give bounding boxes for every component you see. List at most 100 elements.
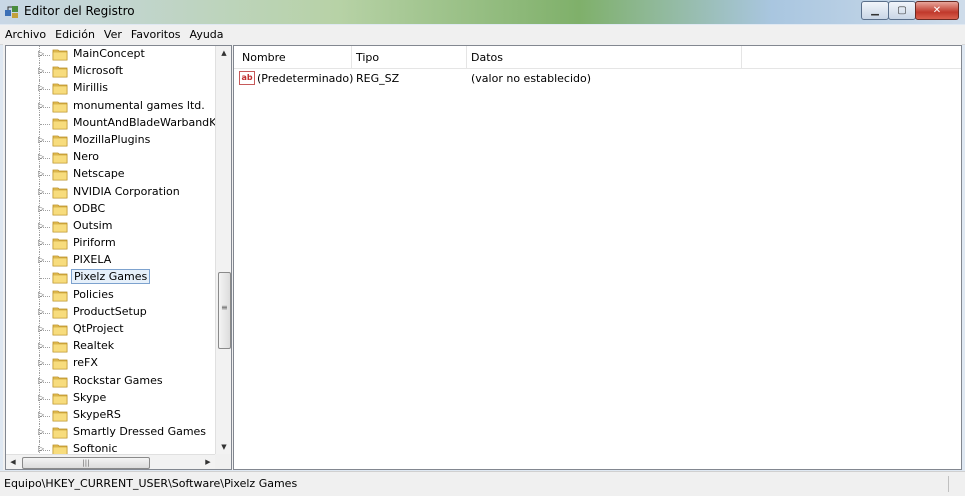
tree-item[interactable]: ▷ SkypeRS <box>6 406 215 425</box>
tree-item[interactable]: ▷ Piriform <box>6 235 215 253</box>
folder-icon <box>52 393 68 405</box>
expand-arrow-icon[interactable]: ▷ <box>38 290 44 299</box>
folder-icon <box>52 444 68 454</box>
expand-arrow-icon[interactable]: ▷ <box>38 66 44 75</box>
expand-arrow-icon[interactable]: ▷ <box>38 83 44 92</box>
menu-bar: Archivo Edición Ver Favoritos Ayuda <box>0 25 965 45</box>
minimize-button[interactable]: ▁ <box>861 1 889 20</box>
expand-arrow-icon[interactable]: ▷ <box>38 358 44 367</box>
tree-item[interactable]: ▷ Nero <box>6 149 215 167</box>
tree-item[interactable]: ▷ monumental games ltd. <box>6 97 215 115</box>
key-tree[interactable]: ▷ MainConcept ▷ Microsoft ▷ Mirillis ▷ monument… <box>5 45 232 470</box>
expand-arrow-icon[interactable]: ▷ <box>38 307 44 316</box>
expand-arrow-icon[interactable]: ▷ <box>38 204 44 213</box>
tree-item[interactable]: ▷ Netscape <box>6 166 215 184</box>
menu-ver[interactable]: Ver <box>99 28 126 41</box>
string-value-icon: ab <box>239 71 255 85</box>
menu-archivo[interactable]: Archivo <box>0 28 50 41</box>
tree-item[interactable]: Pixelz Games <box>6 269 215 287</box>
maximize-icon: ▢ <box>897 5 907 16</box>
tree-item-label: Piriform <box>73 236 116 250</box>
column-header-data[interactable]: Datos <box>471 51 503 64</box>
tree-item-label: SkypeRS <box>73 407 121 421</box>
tree-item[interactable]: ▷ ODBC <box>6 200 215 218</box>
scroll-up-icon[interactable]: ▲ <box>216 46 231 60</box>
expand-arrow-icon[interactable]: ▷ <box>38 376 44 385</box>
status-bar: Equipo\HKEY_CURRENT_USER\Software\Pixelz… <box>0 471 965 496</box>
tree-item[interactable]: ▷ Realtek <box>6 338 215 356</box>
table-row[interactable]: ab (Predeterminado) REG_SZ (valor no est… <box>234 70 961 88</box>
expand-arrow-icon[interactable]: ▷ <box>38 393 44 402</box>
tree-item[interactable]: ▷ NVIDIA Corporation <box>6 183 215 201</box>
column-header-name[interactable]: Nombre <box>242 51 286 64</box>
column-header-type[interactable]: Tipo <box>356 51 379 64</box>
tree-item[interactable]: ▷ Smartly Dressed Games <box>6 424 215 442</box>
expand-arrow-icon[interactable]: ▷ <box>38 255 44 264</box>
scroll-down-icon[interactable]: ▼ <box>216 440 231 454</box>
value-data: (valor no establecido) <box>471 72 592 85</box>
tree-scroll-thumb[interactable]: ≡ <box>218 272 231 349</box>
scroll-right-icon[interactable]: ▶ <box>201 455 215 469</box>
expand-arrow-icon[interactable]: ▷ <box>38 238 44 247</box>
expand-arrow-icon[interactable]: ▷ <box>38 49 44 58</box>
tree-item[interactable]: ▷ Microsoft <box>6 63 215 81</box>
tree-item-label: Rockstar Games <box>73 373 163 387</box>
tree-connector-line <box>40 123 50 125</box>
tree-item-label: Nero <box>73 150 100 164</box>
maximize-button[interactable]: ▢ <box>888 1 916 20</box>
tree-horizontal-scrollbar[interactable]: ◀ ||| ▶ <box>6 454 215 469</box>
expand-arrow-icon[interactable]: ▷ <box>38 324 44 333</box>
menu-ayuda[interactable]: Ayuda <box>185 28 228 41</box>
expand-arrow-icon[interactable]: ▷ <box>38 152 44 161</box>
tree-item[interactable]: ▷ Policies <box>6 286 215 304</box>
scroll-left-icon[interactable]: ◀ <box>6 455 20 469</box>
tree-item[interactable]: ▷ Mirillis <box>6 80 215 98</box>
folder-icon <box>52 307 68 319</box>
tree-item-label: reFX <box>73 356 98 370</box>
expand-arrow-icon[interactable]: ▷ <box>38 341 44 350</box>
tree-item[interactable]: MountAndBladeWarbandKe <box>6 114 215 132</box>
tree-item-label: Skype <box>73 390 107 404</box>
value-type: REG_SZ <box>356 72 400 85</box>
values-list[interactable]: Nombre Tipo Datos ab (Predeterminado) RE… <box>233 45 962 470</box>
expand-arrow-icon[interactable]: ▷ <box>38 187 44 196</box>
tree-item[interactable]: ▷ QtProject <box>6 321 215 339</box>
tree-item[interactable]: ▷ ProductSetup <box>6 303 215 321</box>
menu-edicion[interactable]: Edición <box>50 28 99 41</box>
tree-item-label: MainConcept <box>73 47 145 60</box>
tree-item[interactable]: ▷ MozillaPlugins <box>6 131 215 150</box>
folder-icon <box>52 376 68 387</box>
tree-item[interactable]: ▷ MainConcept <box>6 46 215 64</box>
tree-vertical-scrollbar[interactable]: ▲ ≡ ▼ <box>215 46 231 454</box>
close-button[interactable]: ✕ <box>915 1 959 20</box>
folder-icon <box>52 238 68 250</box>
expand-arrow-icon[interactable]: ▷ <box>38 169 44 178</box>
minimize-icon: ▁ <box>871 5 879 16</box>
column-divider[interactable] <box>741 46 742 68</box>
tree-item[interactable]: ▷ Rockstar Games <box>6 372 215 390</box>
tree-item-label: Softonic <box>73 442 118 454</box>
close-icon: ✕ <box>932 5 942 16</box>
expand-arrow-icon[interactable]: ▷ <box>38 221 44 230</box>
tree-item[interactable]: ▷ reFX <box>6 355 215 373</box>
tree-item-label: Realtek <box>73 339 115 353</box>
tree-item[interactable]: ▷ Softonic <box>6 441 215 454</box>
expand-arrow-icon[interactable]: ▷ <box>38 101 44 110</box>
column-divider[interactable] <box>466 46 467 68</box>
menu-favoritos[interactable]: Favoritos <box>126 28 185 41</box>
expand-arrow-icon[interactable]: ▷ <box>38 444 44 453</box>
tree-hscroll-thumb[interactable]: ||| <box>22 457 150 469</box>
tree-item-label: QtProject <box>73 322 124 335</box>
expand-arrow-icon[interactable]: ▷ <box>38 135 44 144</box>
grip-icon: ||| <box>82 459 90 467</box>
expand-arrow-icon[interactable]: ▷ <box>38 427 44 436</box>
expand-arrow-icon[interactable]: ▷ <box>38 410 44 419</box>
tree-item-label: PIXELA <box>73 253 112 267</box>
tree-item-label: Outsim <box>73 218 113 232</box>
column-divider[interactable] <box>351 46 352 68</box>
tree-item[interactable]: ▷ Outsim <box>6 217 215 236</box>
tree-list: ▷ MainConcept ▷ Microsoft ▷ Mirillis ▷ monument… <box>6 46 215 454</box>
folder-icon <box>52 66 68 78</box>
tree-item[interactable]: ▷ Skype <box>6 389 215 407</box>
tree-item[interactable]: ▷ PIXELA <box>6 252 215 270</box>
